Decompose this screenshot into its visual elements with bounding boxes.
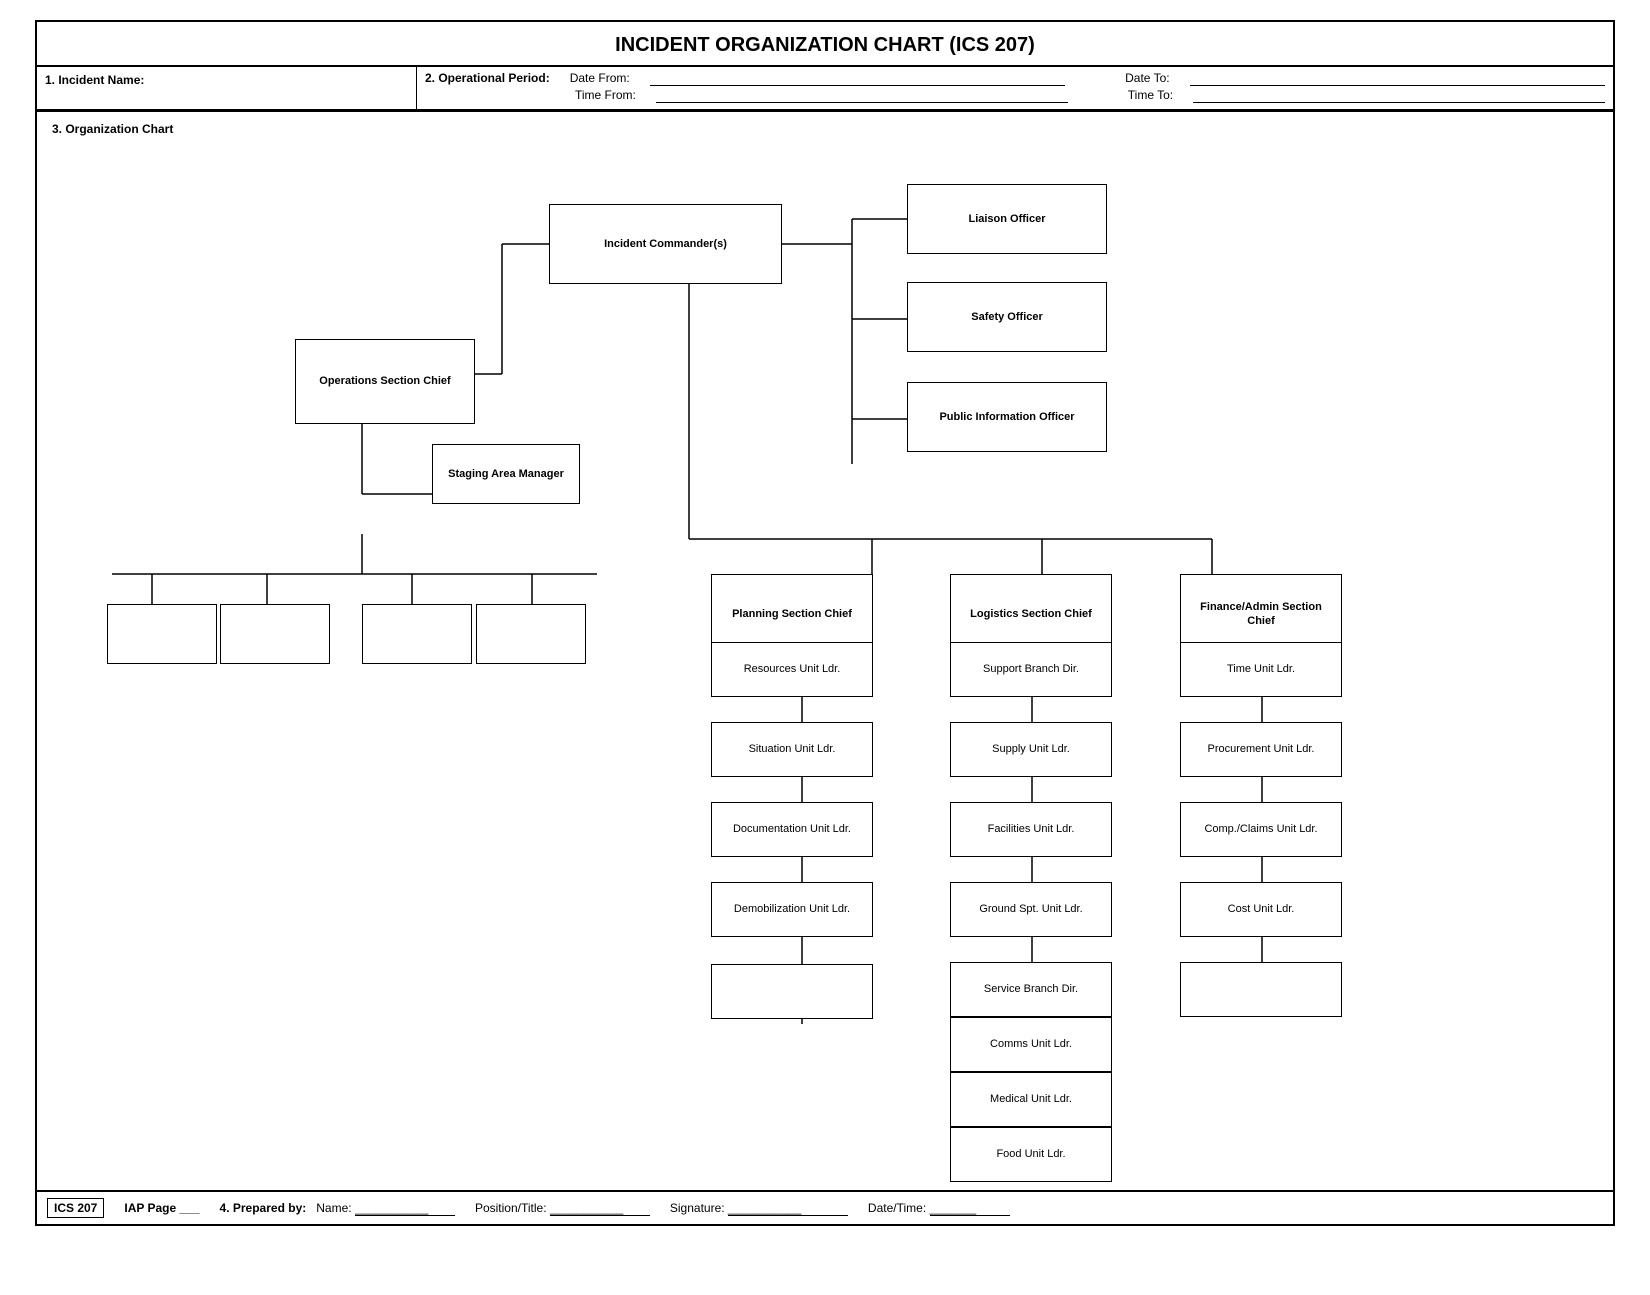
public-information-officer-box: Public Information Officer — [907, 382, 1107, 452]
op-label: 2. Operational Period: — [425, 71, 550, 86]
comms-unit-ldr-box: Comms Unit Ldr. — [950, 1017, 1112, 1072]
time-unit-ldr-box: Time Unit Ldr. — [1180, 642, 1342, 697]
demobilization-unit-ldr-box: Demobilization Unit Ldr. — [711, 882, 873, 937]
op-row-2: Time From: Time To: — [425, 88, 1605, 103]
op-row-1: 2. Operational Period: Date From: Date T… — [425, 71, 1605, 86]
footer-datetime-value: _______ — [930, 1201, 1010, 1216]
footer-datetime-field: Date/Time: _______ — [868, 1201, 1010, 1216]
incident-label: 1. Incident Name: — [45, 73, 144, 87]
footer-iap-page: IAP Page ___ — [124, 1201, 199, 1215]
footer-row: ICS 207 IAP Page ___ 4. Prepared by: Nam… — [37, 1190, 1613, 1224]
time-from-label: Time From: — [575, 88, 636, 103]
planning-empty-box — [711, 964, 873, 1019]
incident-commander-box: Incident Commander(s) — [549, 204, 782, 284]
footer-name-value: ___________ — [355, 1201, 455, 1216]
footer-ics: ICS 207 — [47, 1198, 104, 1218]
date-from-value — [650, 71, 1065, 86]
cost-unit-ldr-box: Cost Unit Ldr. — [1180, 882, 1342, 937]
supply-unit-ldr-box: Supply Unit Ldr. — [950, 722, 1112, 777]
comp-claims-unit-ldr-box: Comp./Claims Unit Ldr. — [1180, 802, 1342, 857]
chart-section-label: 3. Organization Chart — [52, 122, 1598, 136]
ops-sub-box-1 — [107, 604, 217, 664]
staging-area-manager-box: Staging Area Manager — [432, 444, 580, 504]
footer-signature-value: ___________ — [728, 1201, 848, 1216]
liaison-officer-box: Liaison Officer — [907, 184, 1107, 254]
facilities-unit-ldr-box: Facilities Unit Ldr. — [950, 802, 1112, 857]
medical-unit-ldr-box: Medical Unit Ldr. — [950, 1072, 1112, 1127]
operations-section-chief-box: Operations Section Chief — [295, 339, 475, 424]
footer-prepared-by-label: 4. Prepared by: Name: ___________ — [220, 1201, 455, 1216]
finance-empty-box — [1180, 962, 1342, 1017]
chart-section: 3. Organization Chart — [37, 110, 1613, 1190]
incident-name-field: 1. Incident Name: — [37, 67, 417, 109]
page-container: INCIDENT ORGANIZATION CHART (ICS 207) 1.… — [35, 20, 1615, 1226]
date-to-label: Date To: — [1125, 71, 1169, 86]
procurement-unit-ldr-box: Procurement Unit Ldr. — [1180, 722, 1342, 777]
date-to-value — [1190, 71, 1605, 86]
footer-position-field: Position/Title: ___________ — [475, 1201, 650, 1216]
time-to-value — [1193, 88, 1605, 103]
operational-period-field: 2. Operational Period: Date From: Date T… — [417, 67, 1613, 109]
documentation-unit-ldr-box: Documentation Unit Ldr. — [711, 802, 873, 857]
date-from-label: Date From: — [570, 71, 630, 86]
time-from-value — [656, 88, 1068, 103]
time-to-label: Time To: — [1128, 88, 1173, 103]
ops-sub-box-3 — [362, 604, 472, 664]
support-branch-dir-box: Support Branch Dir. — [950, 642, 1112, 697]
ops-sub-box-2 — [220, 604, 330, 664]
footer-signature-field: Signature: ___________ — [670, 1201, 848, 1216]
org-chart: Incident Commander(s) Liaison Officer Sa… — [52, 144, 1598, 1164]
situation-unit-ldr-box: Situation Unit Ldr. — [711, 722, 873, 777]
page-title: INCIDENT ORGANIZATION CHART (ICS 207) — [37, 22, 1613, 65]
footer-position-value: ___________ — [550, 1201, 650, 1216]
header-row: 1. Incident Name: 2. Operational Period:… — [37, 65, 1613, 110]
service-branch-dir-box: Service Branch Dir. — [950, 962, 1112, 1017]
food-unit-ldr-box: Food Unit Ldr. — [950, 1127, 1112, 1182]
ops-sub-box-4 — [476, 604, 586, 664]
ground-spt-unit-ldr-box: Ground Spt. Unit Ldr. — [950, 882, 1112, 937]
safety-officer-box: Safety Officer — [907, 282, 1107, 352]
resources-unit-ldr-box: Resources Unit Ldr. — [711, 642, 873, 697]
